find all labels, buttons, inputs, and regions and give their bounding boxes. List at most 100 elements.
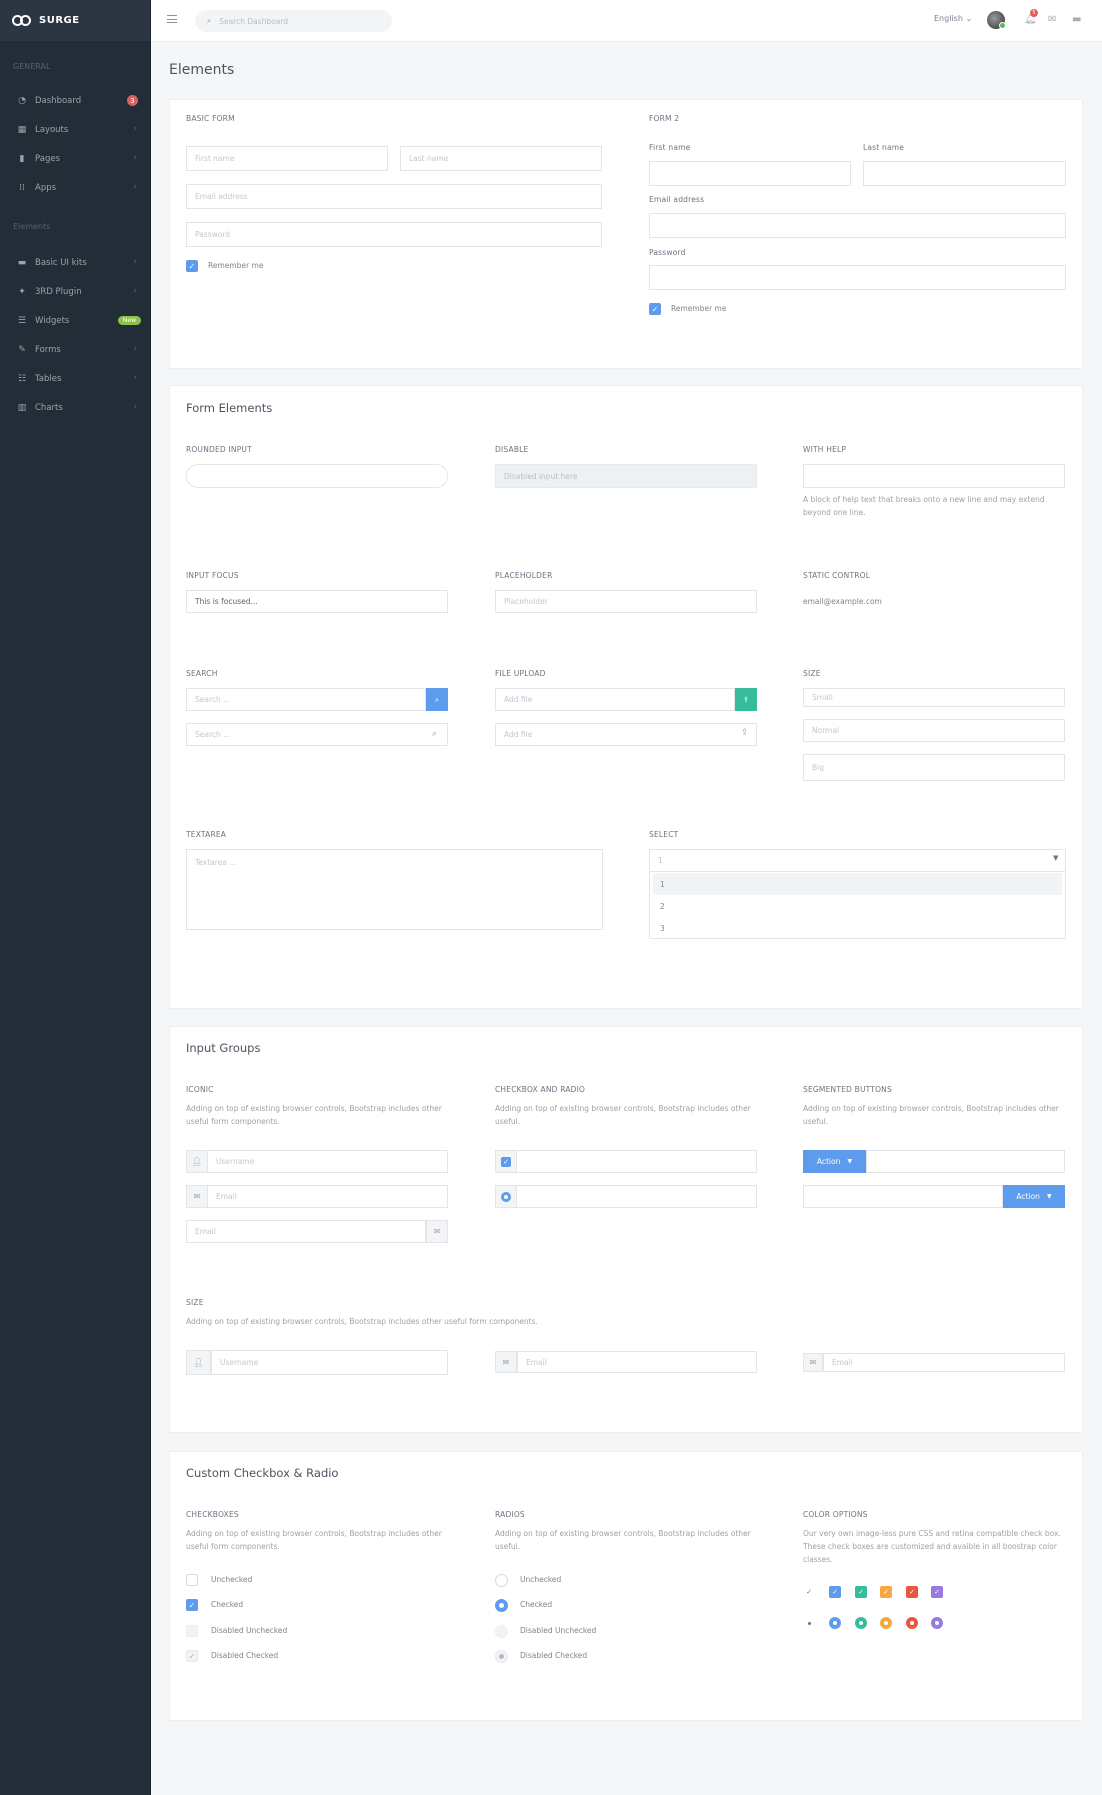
custom-checkbox-title: Custom Checkbox & Radio [186,1466,339,1480]
sidebar-item-widgets[interactable]: ☰ Widgets New [0,306,150,335]
sidebar-section-general: GENERAL [13,62,51,71]
addon-checkbox[interactable]: ✓ [501,1156,511,1167]
form2-email-input[interactable] [649,213,1066,238]
sidebar-item-charts[interactable]: ▥ Charts › [0,393,150,422]
action-dropdown-button[interactable]: Action ▼ [803,1150,866,1173]
form2-email-label: Email address [649,195,705,204]
color-radio-purple[interactable] [931,1617,943,1629]
chevron-right-icon: › [133,286,137,296]
checkbox-checked[interactable]: ✓ [186,1599,198,1611]
select-option[interactable]: 2 [660,902,665,911]
select-dropdown[interactable]: 1 [649,849,1066,872]
color-radio-danger[interactable] [906,1617,918,1629]
checkbox-label: Unchecked [211,1575,253,1584]
file-input[interactable]: Add file [495,688,735,711]
color-radio-warning[interactable] [880,1617,892,1629]
segmented-input-right[interactable] [803,1185,1003,1208]
select-option[interactable]: 3 [660,924,665,933]
color-radio-default[interactable] [803,1617,815,1629]
remember-checkbox[interactable]: ✓ [186,260,198,272]
color-checkbox-warning[interactable]: ✓ [880,1586,892,1598]
form2-first-input[interactable] [649,161,851,186]
placeholder-input[interactable]: Placeholder [495,590,757,613]
language-dropdown[interactable]: English ⌄ [934,14,972,23]
sidebar-item-tables[interactable]: ☷ Tables › [0,364,150,393]
static-control-label: STATIC CONTROL [803,571,871,580]
sidebar-item-dashboard[interactable]: ◔ Dashboard 3 [0,86,150,115]
form2-password-input[interactable] [649,265,1066,290]
iconic-email-input[interactable]: Email [207,1185,448,1208]
select-options-list: 1 2 3 [649,872,1066,939]
last-name-input[interactable]: Last name [400,146,602,171]
search-input[interactable]: Search ... [186,688,426,711]
small-email-input[interactable]: Email [823,1353,1065,1372]
focused-input[interactable]: This is focused... [186,590,448,613]
iconic-description: Adding on top of existing browser contro… [186,1104,442,1126]
search-icon[interactable]: ⌕ [432,729,437,739]
radio-unchecked[interactable] [495,1574,508,1587]
color-options-description: Our very own image-less pure CSS and ret… [803,1529,1061,1564]
sidebar-section-elements: Elements [13,222,51,231]
dashboard-search-input[interactable]: ⌕ Search Dashboard [195,10,392,32]
checkbox-group-input[interactable] [516,1150,757,1173]
rounded-input-label: ROUNDED INPUT [186,445,252,454]
checkbox-unchecked[interactable] [186,1574,198,1586]
segmented-input-left[interactable] [866,1150,1065,1173]
hamburger-menu-icon[interactable] [167,15,177,23]
password-input[interactable]: Password [186,222,602,247]
mail-icon[interactable]: ✉ [1048,14,1056,25]
sidebar-item-forms[interactable]: ✎ Forms › [0,335,150,364]
search-button[interactable]: ⌕ [426,688,448,711]
color-checkbox-success[interactable]: ✓ [855,1586,867,1598]
dashboard-icon: ◔ [18,95,26,106]
form2-last-label: Last name [863,143,905,152]
action-dropdown-button-right[interactable]: Action ▼ [1003,1185,1065,1208]
addon-radio[interactable] [501,1191,511,1202]
radio-checked[interactable] [495,1599,508,1612]
color-checkbox-primary[interactable]: ✓ [829,1586,841,1598]
sidebar-item-apps[interactable]: ⁞⁞ Apps › [0,173,150,202]
form2-remember-checkbox[interactable]: ✓ [649,303,661,315]
small-input[interactable]: Small [803,688,1065,707]
puzzle-icon: ✦ [18,286,26,297]
color-checkbox-purple[interactable]: ✓ [931,1586,943,1598]
brand-logo[interactable]: SURGE [0,0,150,41]
upload-button[interactable]: ⇪ [735,688,757,711]
sidebar-item-pages[interactable]: ▮ Pages › [0,144,150,173]
sidebar-item-layouts[interactable]: ▦ Layouts › [0,115,150,144]
medium-email-input[interactable]: Email [517,1351,757,1373]
mail-icon: ✉ [495,1351,517,1373]
bar-chart-icon: ▥ [17,402,27,413]
big-input[interactable]: Big [803,754,1065,781]
checkbox-radio-description: Adding on top of existing browser contro… [495,1104,751,1126]
select-option[interactable]: 1 [660,880,665,889]
sidebar-item-basic-ui[interactable]: ▬ Basic UI kits › [0,248,150,277]
large-username-input[interactable]: Username [211,1350,448,1375]
search-label: SEARCH [186,669,218,678]
color-options-label: COLOR OPTIONS [803,1510,868,1519]
layout-icon: ▦ [17,124,27,135]
first-name-input[interactable]: First name [186,146,388,171]
color-radio-primary[interactable] [829,1617,841,1629]
radios-label: RADIOS [495,1510,525,1519]
list-icon: ☷ [17,373,27,384]
file-input-inline[interactable]: Add file [495,723,757,746]
upload-icon[interactable]: ⇪ [741,728,749,738]
rounded-input[interactable] [186,464,448,488]
color-radio-success[interactable] [855,1617,867,1629]
iconic-username-input[interactable]: Username [207,1150,448,1173]
textarea-input[interactable]: Textarea ... [186,849,603,930]
email-input[interactable]: Email address [186,184,602,209]
color-checkbox-danger[interactable]: ✓ [906,1586,918,1598]
help-input[interactable] [803,464,1065,488]
form2-last-input[interactable] [863,161,1066,186]
chevron-right-icon: › [133,344,137,354]
color-checkbox-default[interactable]: ✓ [803,1586,815,1598]
iconic-email-input-right[interactable]: Email [186,1220,426,1243]
avatar[interactable] [987,11,1006,29]
search-input-inline[interactable]: Search ... [186,723,448,746]
chat-icon[interactable]: ▬ [1072,14,1081,25]
normal-input[interactable]: Normal [803,719,1065,742]
radio-group-input[interactable] [516,1185,757,1208]
sidebar-item-plugin[interactable]: ✦ 3RD Plugin › [0,277,150,306]
